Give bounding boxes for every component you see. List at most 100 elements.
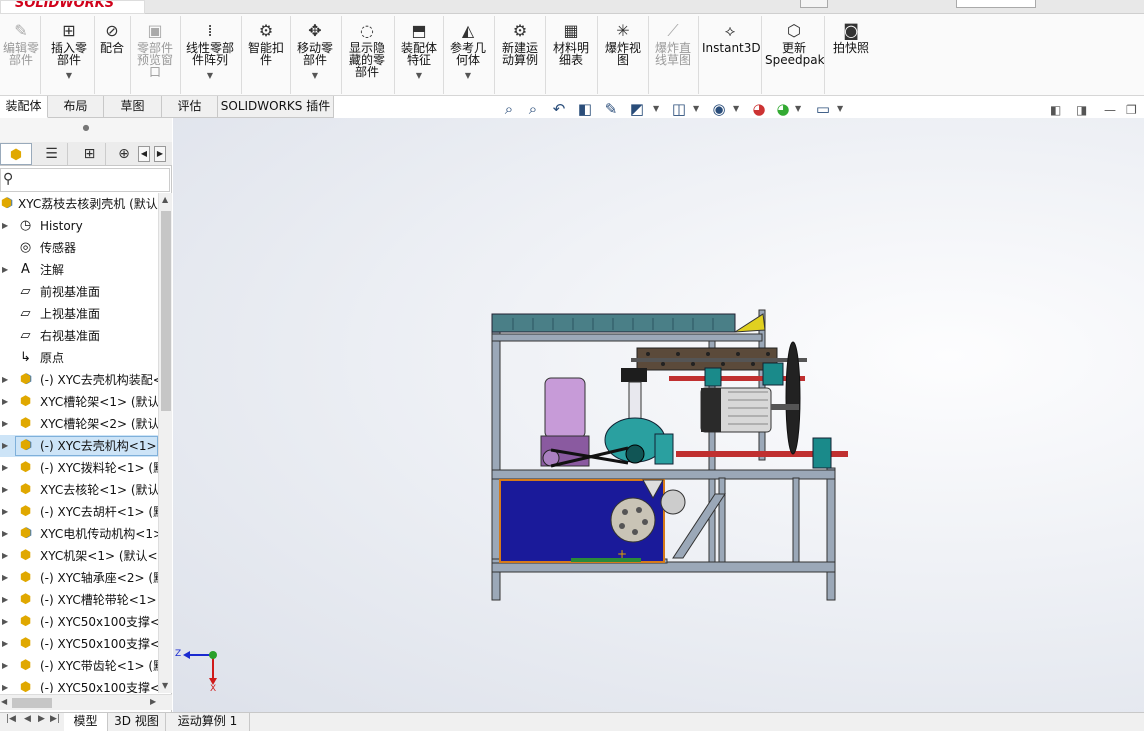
expand-icon[interactable]: ▶ [2, 391, 8, 413]
tree-node[interactable]: ▶ ⬢ XYC机架<1> (默认<默 [0, 545, 158, 567]
configuration-manager-tab-icon[interactable]: ⊞ [74, 143, 106, 165]
view-orientation-icon[interactable]: ◩ [627, 100, 647, 118]
tab-2[interactable]: 草图 [104, 96, 162, 118]
tree-node[interactable]: ▶ ⬢ (-) XYC带齿轮<1> (默 [0, 655, 158, 677]
expand-icon[interactable]: ▶ [2, 545, 8, 567]
filter-icon[interactable]: ⚲ [3, 171, 13, 187]
smart-fastener-button[interactable]: ⚙ 智能扣 件 [243, 18, 289, 67]
expand-icon[interactable]: ▶ [2, 523, 8, 545]
restore-right-icon[interactable]: ◨ [1076, 103, 1087, 117]
tree-horizontal-scrollbar[interactable]: ◀ ▶ [0, 694, 172, 710]
panel-grip[interactable]: ● [0, 118, 172, 142]
expand-icon[interactable]: ▶ [2, 369, 8, 391]
tree-hscroll-thumb[interactable] [12, 698, 52, 708]
tree-node[interactable]: ▶ ⬢ (-) XYC轴承座<2> (默 [0, 567, 158, 589]
chevron-down-icon[interactable]: ▼ [795, 104, 801, 113]
expand-icon[interactable]: ▶ [2, 479, 8, 501]
motion-study-button[interactable]: ⚙ 新建运 动算例 [497, 18, 543, 67]
chevron-down-icon[interactable]: ▼ [693, 104, 699, 113]
tab-next-icon[interactable]: ▶ [38, 714, 45, 724]
tree-node[interactable]: ▶ ⬢ XYC槽轮架<2> (默认 [0, 413, 158, 435]
instant3d-button[interactable]: ⟡ Instant3D [702, 18, 761, 55]
expand-icon[interactable]: ▶ [2, 435, 8, 457]
select-tool-button[interactable] [800, 0, 828, 8]
exploded-view-button[interactable]: ✳ 爆炸视 图 [600, 18, 646, 67]
tab-4[interactable]: SOLIDWORKS 插件 [218, 96, 334, 118]
expand-icon[interactable]: ▶ [2, 501, 8, 523]
search-input[interactable] [956, 0, 1036, 8]
tree-node[interactable]: ▶ ⬢ (-) XYC去壳机构<1> [0, 435, 158, 457]
bottom-tab-1[interactable]: 3D 视图 [108, 713, 166, 731]
tree-scroll-thumb[interactable] [161, 211, 171, 411]
chevron-down-icon[interactable]: ▼ [445, 70, 491, 82]
tab-scroll-right-icon[interactable]: ▶ [154, 146, 166, 162]
restore-left-icon[interactable]: ◧ [1050, 103, 1061, 117]
insert-component-button[interactable]: ⊞ 插入零 部件 ▼ [46, 18, 92, 82]
tab-last-icon[interactable]: ▶| [50, 714, 60, 724]
tab-1[interactable]: 布局 [48, 96, 104, 118]
tree-node[interactable]: ▶ ⬢ XYC电机传动机构<1> [0, 523, 158, 545]
tab-3[interactable]: 评估 [162, 96, 218, 118]
tree-node[interactable]: ▶ ⬢ (-) XYC50x100支撑< [0, 611, 158, 633]
mate-button[interactable]: ⊘ 配合 [96, 18, 128, 55]
section-view-icon[interactable]: ◧ [575, 100, 595, 118]
chevron-down-icon[interactable]: ▼ [837, 104, 843, 113]
tree-vertical-scrollbar[interactable]: ▲ ▼ [158, 193, 172, 693]
assembly-feature-button[interactable]: ⬒ 装配体 特征 ▼ [396, 18, 442, 82]
expand-icon[interactable]: ▶ [2, 633, 8, 655]
bottom-tab-0[interactable]: 模型 [64, 713, 108, 731]
chevron-down-icon[interactable]: ▼ [46, 70, 92, 82]
previous-view-icon[interactable]: ↶ [549, 100, 569, 118]
tree-node[interactable]: ▶ ⬢ (-) XYC拨料轮<1> (默 [0, 457, 158, 479]
expand-icon[interactable]: ▶ [2, 259, 8, 281]
solidworks-logo[interactable]: SOLIDWORKS [0, 0, 145, 14]
expand-icon[interactable]: ▶ [2, 215, 8, 237]
tree-filter[interactable]: ⚲ [0, 168, 170, 192]
tree-node[interactable]: ▶ ⬢ XYC去核轮<1> (默认 [0, 479, 158, 501]
move-component-button[interactable]: ✥ 移动零 部件 ▼ [292, 18, 338, 82]
tree-node[interactable]: ▶ ⬢ (-) XYC槽轮带轮<1> [0, 589, 158, 611]
tab-scroll-left-icon[interactable]: ◀ [138, 146, 150, 162]
tree-node[interactable]: ▶ ⬢ (-) XYC去胡杆<1> (默 [0, 501, 158, 523]
tab-prev-icon[interactable]: ◀ [24, 714, 31, 724]
expand-icon[interactable]: ▶ [2, 413, 8, 435]
tree-node[interactable]: ▶ ◷ History [0, 215, 158, 237]
tree-node[interactable]: ⬢ XYC荔枝去核剥壳机 (默认 [0, 193, 158, 215]
maximize-icon[interactable]: ❐ [1126, 103, 1137, 117]
expand-icon[interactable]: ▶ [2, 677, 8, 693]
chevron-down-icon[interactable]: ▼ [396, 70, 442, 82]
speedpak-button[interactable]: ⬡ 更新 Speedpak [765, 18, 825, 67]
graphics-area[interactable]: + [173, 118, 1144, 712]
expand-icon[interactable]: ▶ [2, 655, 8, 677]
expand-icon[interactable]: ▶ [2, 567, 8, 589]
display-style-icon[interactable]: ◫ [669, 100, 689, 118]
zoom-area-icon[interactable]: ⌕ [523, 100, 543, 118]
tab-first-icon[interactable]: |◀ [6, 714, 16, 724]
tree-node[interactable]: ▶ ⬢ (-) XYC50x100支撑< [0, 633, 158, 655]
chevron-down-icon[interactable]: ▼ [182, 70, 238, 82]
dim-xpert-tab-icon[interactable]: ⊕ [112, 143, 136, 165]
zoom-to-fit-icon[interactable]: ⌕ [499, 100, 519, 118]
show-hidden-button[interactable]: ◌ 显示隐 藏的零 部件 [344, 18, 390, 79]
tree-node[interactable]: ▱ 右视基准面 [0, 325, 158, 347]
machine-model[interactable]: + [173, 118, 1144, 712]
scroll-down-icon[interactable]: ▼ [162, 681, 168, 690]
tree-node[interactable]: ▱ 前视基准面 [0, 281, 158, 303]
tab-0[interactable]: 装配体 [0, 96, 48, 118]
tree-node[interactable]: ▶ ⬢ (-) XYC去壳机构装配< [0, 369, 158, 391]
scene-icon[interactable]: ◕ [773, 100, 793, 118]
scroll-left-icon[interactable]: ◀ [1, 697, 7, 706]
snapshot-button[interactable]: ◙ 拍快照 [828, 18, 874, 55]
property-manager-tab-icon[interactable]: ☰ [36, 143, 68, 165]
bom-button[interactable]: ▦ 材料明 细表 [548, 18, 594, 67]
minimize-icon[interactable]: — [1104, 103, 1116, 117]
expand-icon[interactable]: ▶ [2, 611, 8, 633]
tree-node[interactable]: ▶ ⬢ XYC槽轮架<1> (默认 [0, 391, 158, 413]
tree-node[interactable]: ↳ 原点 [0, 347, 158, 369]
tree-node[interactable]: ▶ A 注解 [0, 259, 158, 281]
edit-appearance-icon[interactable]: ◕ [749, 100, 769, 118]
tree-node[interactable]: ▱ 上视基准面 [0, 303, 158, 325]
reference-geometry-button[interactable]: ◭ 参考几 何体 ▼ [445, 18, 491, 82]
expand-icon[interactable]: ▶ [2, 457, 8, 479]
hide-show-items-icon[interactable]: ◉ [709, 100, 729, 118]
